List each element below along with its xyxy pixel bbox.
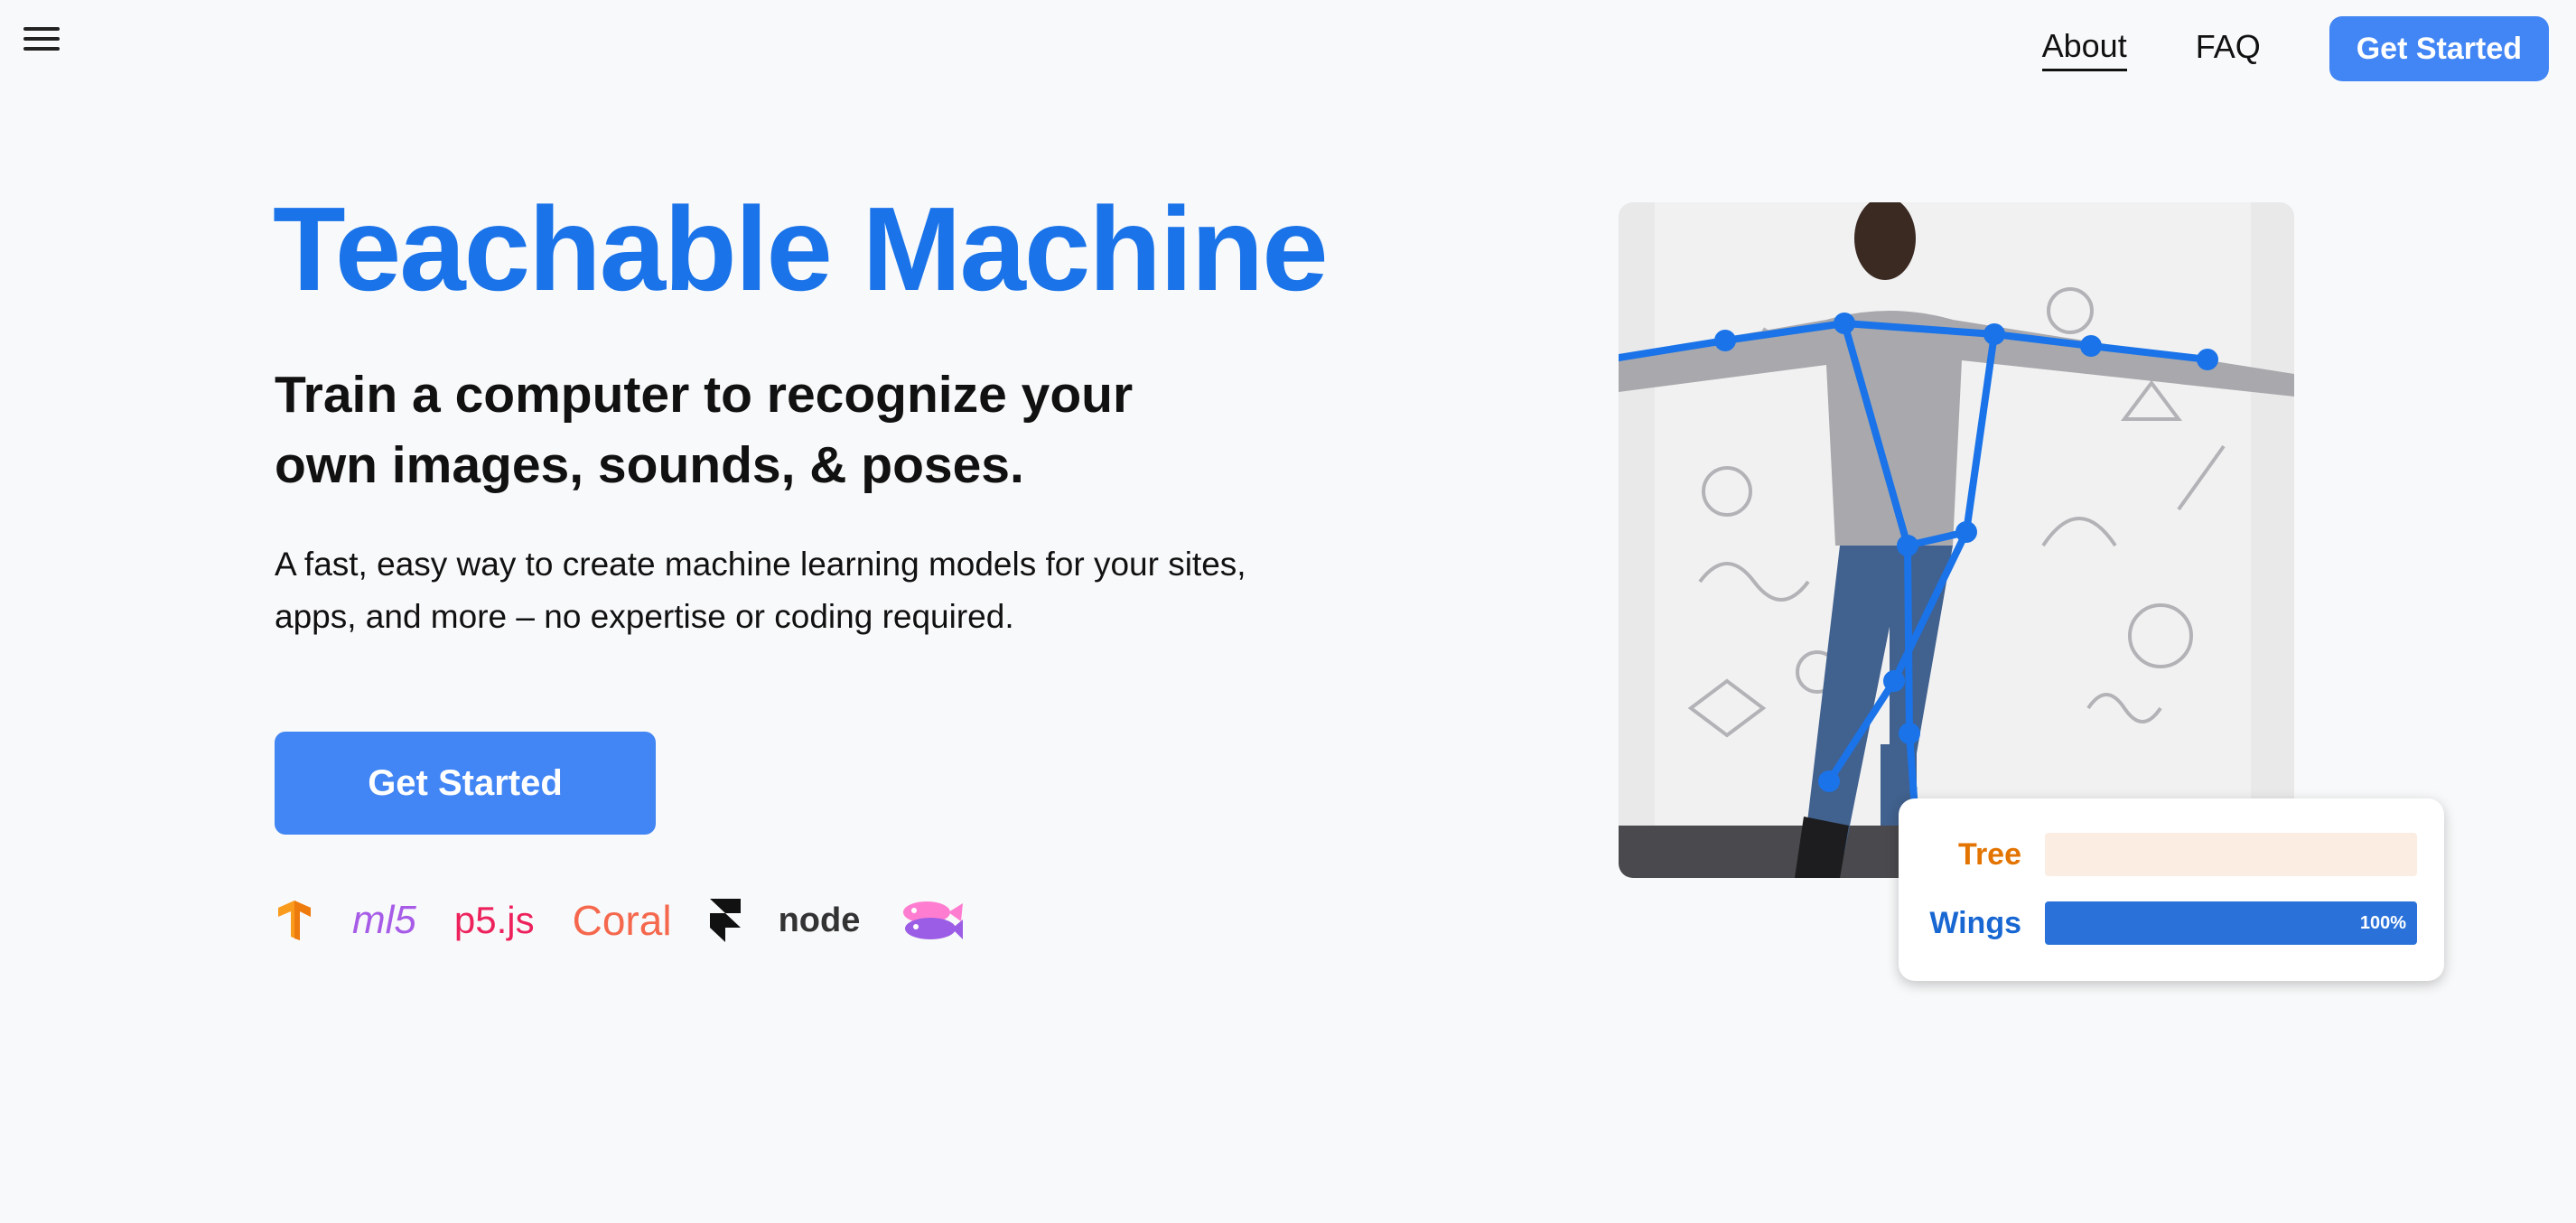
prediction-bar-track: 100% bbox=[2045, 901, 2417, 945]
partner-logos: ml5 p5.js Coral node bbox=[275, 889, 1001, 952]
nodejs-logo: node bbox=[778, 901, 861, 939]
prediction-row-tree: Tree bbox=[1915, 833, 2417, 876]
hero-description: A fast, easy way to create machine learn… bbox=[275, 546, 1246, 635]
nav-link-about[interactable]: About bbox=[2041, 27, 2127, 71]
coral-logo: Coral bbox=[572, 897, 672, 944]
prediction-label: Wings bbox=[1929, 905, 2021, 940]
glitch-logo bbox=[898, 896, 964, 945]
hero-subtitle: Train a computer to recognize your own i… bbox=[275, 366, 1134, 494]
prediction-label: Tree bbox=[1958, 836, 2021, 872]
page-title: Teachable Machine bbox=[273, 182, 1329, 315]
prediction-row-wings: Wings 100% bbox=[1915, 901, 2417, 945]
prediction-bar-track bbox=[2045, 833, 2417, 876]
header-get-started-button[interactable]: Get Started bbox=[2329, 16, 2549, 81]
pose-demo-image bbox=[1619, 202, 2294, 878]
top-nav: About FAQ Get Started bbox=[2041, 16, 2549, 81]
ml5-logo: ml5 bbox=[352, 898, 416, 942]
framer-logo bbox=[709, 899, 741, 942]
tensorflow-logo bbox=[275, 901, 314, 940]
nav-link-faq[interactable]: FAQ bbox=[2196, 28, 2261, 70]
prediction-percent: 100% bbox=[2359, 913, 2406, 933]
pose-illustration bbox=[1619, 202, 2294, 878]
hero-get-started-button[interactable]: Get Started bbox=[275, 732, 656, 835]
prediction-card: Tree Wings 100% bbox=[1899, 798, 2444, 981]
p5js-logo: p5.js bbox=[453, 899, 535, 941]
hamburger-menu-icon[interactable] bbox=[23, 27, 60, 58]
